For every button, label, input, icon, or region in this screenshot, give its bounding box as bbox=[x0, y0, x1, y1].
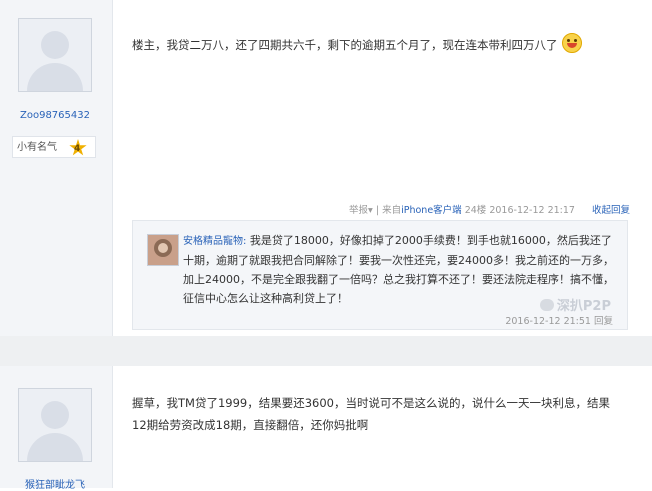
meta-separator: | bbox=[375, 205, 380, 216]
post-time: 2016-12-12 21:17 bbox=[489, 205, 575, 216]
grin-emoji-icon bbox=[561, 33, 582, 53]
avatar[interactable] bbox=[18, 18, 92, 92]
watermark-text: 深扒P2P bbox=[556, 299, 611, 314]
reply-avatar[interactable] bbox=[147, 234, 179, 266]
report-link[interactable]: 举报 bbox=[349, 205, 368, 216]
pet-face-icon bbox=[158, 243, 168, 253]
author-sidebar: Zoo98765432 小有名气 4 bbox=[0, 0, 113, 336]
post-body: 楼主，我贷二万八，还了四期共六千，剩下的逾期五个月了，现在连本带利四万八了 bbox=[132, 33, 622, 56]
wechat-icon bbox=[539, 299, 554, 311]
floor-number: 24楼 bbox=[464, 205, 487, 216]
report-dropdown-icon[interactable]: ▾ bbox=[368, 205, 373, 216]
post-next: 猴狂部眦龙飞 握草，我TM贷了1999，结果要还3600，当时说可不是这么说的，… bbox=[0, 366, 652, 491]
post-text: 楼主，我贷二万八，还了四期共六千，剩下的逾期五个月了，现在连本带利四万八了 bbox=[132, 38, 558, 52]
post-floor-24: Zoo98765432 小有名气 4 楼主，我贷二万八，还了四期共六千，剩下的逾… bbox=[0, 0, 652, 336]
author-sidebar: 猴狂部眦龙飞 bbox=[0, 366, 113, 491]
reply-meta: 2016-12-12 21:51 回复 bbox=[505, 313, 613, 327]
avatar-head-icon bbox=[41, 401, 69, 429]
avatar[interactable] bbox=[18, 388, 92, 462]
avatar-body-icon bbox=[27, 433, 83, 461]
reply-button[interactable]: 回复 bbox=[594, 316, 613, 327]
rank-badge: 小有名气 4 bbox=[12, 136, 96, 158]
post-body: 握草，我TM贷了1999，结果要还3600，当时说可不是这么说的，说什么一天一块… bbox=[132, 392, 622, 436]
avatar-body-icon bbox=[27, 63, 83, 91]
avatar-head-icon bbox=[41, 31, 69, 59]
post-meta: 举报▾ | 来自iPhone客户端 24楼 2016-12-12 21:17 收… bbox=[349, 202, 630, 216]
author-username[interactable]: 猴狂部眦龙飞 bbox=[0, 476, 110, 491]
post-separator bbox=[0, 336, 652, 366]
watermark: 深扒P2P bbox=[539, 295, 611, 314]
post-text: 握草，我TM贷了1999，结果要还3600，当时说可不是这么说的，说什么一天一块… bbox=[132, 396, 610, 432]
reply-author[interactable]: 安格精品寵物: bbox=[183, 236, 246, 247]
rank-level: 4 bbox=[74, 144, 81, 154]
source-prefix: 来自 bbox=[382, 205, 402, 216]
source-client-link[interactable]: iPhone客户端 bbox=[401, 205, 462, 216]
collapse-replies-link[interactable]: 收起回复 bbox=[592, 205, 630, 216]
rank-label: 小有名气 bbox=[17, 142, 57, 153]
reply-time: 2016-12-12 21:51 bbox=[505, 316, 591, 327]
author-username[interactable]: Zoo98765432 bbox=[0, 110, 110, 121]
reply-thread: 安格精品寵物: 我是贷了18000，好像扣掉了2000手续费！到手也就16000… bbox=[132, 220, 628, 330]
